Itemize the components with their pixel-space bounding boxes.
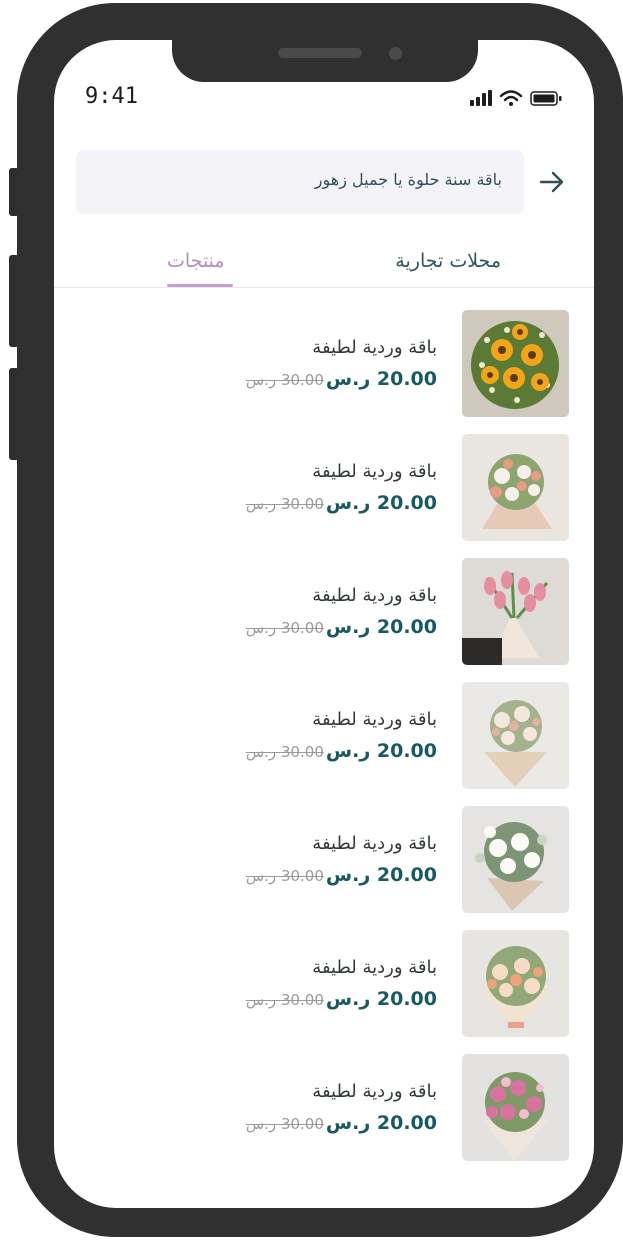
product-price-line: 20.00 ر.س30.00 ر.س: [246, 492, 437, 514]
product-name: باقة وردية لطيفة: [312, 709, 437, 730]
phone-screen: 9:41 باقة سنة حلوة يا جميل زهور محلات تج…: [54, 40, 594, 1208]
tabs-divider: [54, 287, 594, 288]
product-card[interactable]: باقة وردية لطيفة 20.00 ر.س30.00 ر.س: [54, 434, 594, 542]
product-image[interactable]: [462, 310, 569, 417]
product-price-line: 20.00 ر.س30.00 ر.س: [246, 988, 437, 1010]
product-image[interactable]: [462, 434, 569, 541]
product-price-line: 20.00 ر.س30.00 ر.س: [246, 740, 437, 762]
product-old-price: 30.00 ر.س: [245, 371, 324, 389]
tab-stores[interactable]: محلات تجارية: [395, 250, 501, 272]
product-card[interactable]: باقة وردية لطيفة 20.00 ر.س30.00 ر.س: [54, 930, 594, 1038]
status-time: 9:41: [85, 84, 138, 109]
product-card[interactable]: باقة وردية لطيفة 20.00 ر.س30.00 ر.س: [54, 1054, 594, 1162]
product-price: 20.00 ر.س: [325, 616, 437, 638]
product-price: 20.00 ر.س: [325, 1112, 437, 1134]
product-price: 20.00 ر.س: [325, 988, 437, 1010]
product-price: 20.00 ر.س: [325, 864, 437, 886]
speaker-grill: [278, 48, 362, 58]
product-price-line: 20.00 ر.س30.00 ر.س: [246, 1112, 437, 1134]
product-old-price: 30.00 ر.س: [245, 743, 324, 761]
product-price: 20.00 ر.س: [325, 368, 437, 390]
product-card[interactable]: باقة وردية لطيفة 20.00 ر.س30.00 ر.س: [54, 558, 594, 666]
front-camera: [389, 47, 402, 60]
status-icons: [470, 90, 562, 106]
product-image[interactable]: [462, 558, 569, 665]
product-name: باقة وردية لطيفة: [312, 337, 437, 358]
product-price-line: 20.00 ر.س30.00 ر.س: [246, 616, 437, 638]
product-price-line: 20.00 ر.س30.00 ر.س: [246, 864, 437, 886]
product-card[interactable]: باقة وردية لطيفة 20.00 ر.س30.00 ر.س: [54, 806, 594, 914]
search-query: باقة سنة حلوة يا جميل زهور: [314, 170, 502, 189]
product-old-price: 30.00 ر.س: [245, 495, 324, 513]
signal-icon: [470, 90, 492, 106]
arrow-right-icon[interactable]: [538, 169, 566, 195]
product-old-price: 30.00 ر.س: [245, 1115, 324, 1133]
product-old-price: 30.00 ر.س: [245, 867, 324, 885]
product-old-price: 30.00 ر.س: [245, 991, 324, 1009]
product-image[interactable]: [462, 1054, 569, 1161]
product-price-line: 20.00 ر.س30.00 ر.س: [246, 368, 437, 390]
product-name: باقة وردية لطيفة: [312, 1081, 437, 1102]
product-name: باقة وردية لطيفة: [312, 833, 437, 854]
search-input[interactable]: باقة سنة حلوة يا جميل زهور: [76, 150, 524, 214]
battery-icon: [530, 91, 562, 106]
wifi-icon: [499, 90, 523, 106]
product-name: باقة وردية لطيفة: [312, 957, 437, 978]
product-name: باقة وردية لطيفة: [312, 461, 437, 482]
product-price: 20.00 ر.س: [325, 492, 437, 514]
product-image[interactable]: [462, 930, 569, 1037]
product-name: باقة وردية لطيفة: [312, 585, 437, 606]
product-card[interactable]: باقة وردية لطيفة 20.00 ر.س30.00 ر.س: [54, 682, 594, 790]
product-image[interactable]: [462, 806, 569, 913]
product-image[interactable]: [462, 682, 569, 789]
product-price: 20.00 ر.س: [325, 740, 437, 762]
product-card[interactable]: باقة وردية لطيفة 20.00 ر.س30.00 ر.س: [54, 310, 594, 418]
product-old-price: 30.00 ر.س: [245, 619, 324, 637]
tab-products[interactable]: منتجات: [167, 250, 225, 272]
